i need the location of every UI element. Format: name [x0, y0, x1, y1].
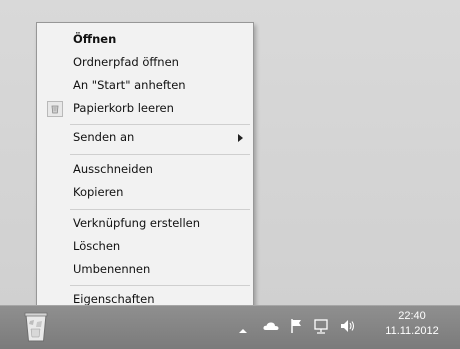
- recycle-bin-icon[interactable]: [22, 309, 50, 343]
- clock-time: 22:40: [398, 310, 426, 322]
- cloud-icon[interactable]: [262, 317, 280, 335]
- menu-item-ordnerpfad-oeffnen[interactable]: Ordnerpfad öffnen: [38, 52, 252, 74]
- menu-item-ausschneiden[interactable]: Ausschneiden: [38, 159, 252, 181]
- volume-icon[interactable]: [339, 317, 357, 335]
- menu-item-verknuepfung-erstellen[interactable]: Verknüpfung erstellen: [38, 213, 252, 235]
- menu-separator: [70, 154, 250, 155]
- context-menu: Öffnen Ordnerpfad öffnen An "Start" anhe…: [36, 22, 254, 316]
- menu-item-label: Ordnerpfad öffnen: [73, 55, 179, 69]
- menu-item-label: Öffnen: [73, 32, 117, 46]
- menu-item-oeffnen[interactable]: Öffnen: [38, 29, 252, 51]
- menu-item-senden-an[interactable]: Senden an: [38, 127, 252, 149]
- menu-separator: [70, 209, 250, 210]
- menu-item-kopieren[interactable]: Kopieren: [38, 182, 252, 204]
- menu-item-label: Umbenennen: [73, 262, 151, 276]
- action-center-flag-icon[interactable]: [289, 317, 303, 335]
- menu-item-label: Senden an: [73, 130, 135, 144]
- menu-item-loeschen[interactable]: Löschen: [38, 236, 252, 258]
- menu-item-papierkorb-leeren[interactable]: Papierkorb leeren: [38, 98, 252, 120]
- menu-item-umbenennen[interactable]: Umbenennen: [38, 259, 252, 281]
- taskbar-clock[interactable]: 22:40 11.11.2012: [372, 309, 452, 343]
- network-icon[interactable]: [313, 317, 329, 335]
- menu-item-label: Ausschneiden: [73, 162, 153, 176]
- menu-item-label: Papierkorb leeren: [73, 101, 174, 115]
- submenu-arrow-icon: [238, 134, 243, 142]
- recycle-bin-icon: [47, 101, 63, 117]
- menu-separator: [70, 285, 250, 286]
- menu-item-label: An "Start" anheften: [73, 78, 186, 92]
- menu-item-label: Löschen: [73, 239, 121, 253]
- clock-date: 11.11.2012: [385, 325, 439, 337]
- menu-item-label: Verknüpfung erstellen: [73, 216, 201, 230]
- menu-item-label: Eigenschaften: [73, 292, 155, 306]
- show-hidden-icons-arrow-icon[interactable]: [238, 321, 248, 333]
- menu-item-an-start-anheften[interactable]: An "Start" anheften: [38, 75, 252, 97]
- menu-separator: [70, 124, 250, 125]
- menu-item-label: Kopieren: [73, 185, 124, 199]
